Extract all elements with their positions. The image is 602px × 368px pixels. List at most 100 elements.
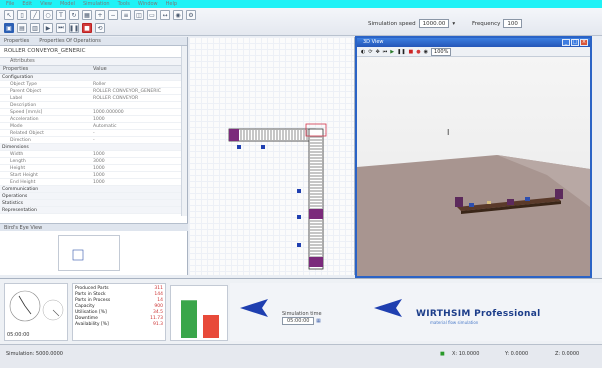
property-row[interactable]: Start Height 1000: [0, 172, 187, 179]
speed-input[interactable]: 1000.00: [418, 19, 450, 28]
property-row[interactable]: Speed [mm/s] 1000.000000: [0, 109, 187, 116]
property-value[interactable]: 1000: [90, 117, 180, 122]
measure-icon[interactable]: ↔: [160, 10, 170, 20]
circle-tool-icon[interactable]: ○: [43, 10, 53, 20]
table-icon[interactable]: ▤: [17, 23, 27, 33]
rewind-icon[interactable]: ⏮: [383, 49, 388, 55]
step-icon[interactable]: ⏭: [56, 23, 66, 33]
3d-window-titlebar[interactable]: 3D View _ □ ×: [357, 38, 590, 47]
tab-properties[interactable]: Properties: [4, 38, 29, 44]
camera-3d-icon[interactable]: ◉: [424, 49, 428, 55]
property-name: End Height: [10, 179, 36, 185]
property-row[interactable]: Description: [0, 102, 187, 109]
simulation-time-input[interactable]: 05:00:00: [282, 317, 315, 325]
layout-canvas[interactable]: Layout: [189, 37, 405, 275]
property-row[interactable]: Direction -: [0, 137, 187, 144]
menu-item-help[interactable]: Help: [166, 1, 177, 7]
property-group[interactable]: Operations: [0, 193, 187, 200]
property-value[interactable]: ROLLER CONVEYOR_GENERIC: [90, 89, 180, 94]
orbit-icon[interactable]: ⟳: [368, 49, 372, 55]
property-name: Parent Object: [10, 88, 42, 94]
property-row[interactable]: Acceleration 1000: [0, 116, 187, 123]
menu-item-view[interactable]: View: [40, 1, 52, 7]
property-group[interactable]: Statistics: [0, 200, 187, 207]
property-row[interactable]: Parent Object ROLLER CONVEYOR_GENERIC: [0, 88, 187, 95]
3d-view-window[interactable]: 3D View _ □ × ◐ ⟳ ✥ ⏮ ▶ ❚❚ ■ ● ◉ 100% I: [355, 36, 592, 278]
align-icon[interactable]: ≡: [121, 10, 131, 20]
tab-properties-of-operations[interactable]: Properties Of Operations: [39, 38, 101, 44]
calendar-icon[interactable]: ▦: [316, 318, 321, 324]
model-icon[interactable]: ▣: [4, 23, 14, 33]
maximize-icon[interactable]: □: [571, 39, 579, 46]
birds-eye-preview[interactable]: [58, 235, 120, 271]
property-value[interactable]: 1000.000000: [90, 110, 180, 115]
menu-item-simulation[interactable]: Simulation: [83, 1, 110, 7]
property-value[interactable]: 1000: [90, 152, 180, 157]
conveyor-tool-icon[interactable]: ▭: [147, 10, 157, 20]
new-file-icon[interactable]: ▯: [17, 10, 27, 20]
horizontal-conveyor[interactable]: [228, 128, 316, 142]
attributes-subtab[interactable]: Attributes: [0, 58, 187, 66]
sensor-marker: [237, 145, 241, 149]
property-value[interactable]: 3000: [90, 159, 180, 164]
property-value[interactable]: 1000: [90, 166, 180, 171]
property-value[interactable]: 1000: [90, 180, 180, 185]
select-tool-icon[interactable]: ↖: [4, 10, 14, 20]
chart-icon[interactable]: ▥: [30, 23, 40, 33]
property-group[interactable]: Dimensions: [0, 144, 187, 151]
layer-icon[interactable]: ◫: [134, 10, 144, 20]
properties-scrollbar[interactable]: [181, 46, 187, 216]
property-value[interactable]: -: [90, 131, 180, 136]
property-group[interactable]: Configuration: [0, 74, 187, 81]
3d-scene[interactable]: I: [357, 57, 590, 276]
property-value[interactable]: -: [90, 138, 180, 143]
zoom-in-icon[interactable]: +: [95, 10, 105, 20]
property-value[interactable]: Automatic: [90, 124, 180, 129]
property-row[interactable]: Length 3000: [0, 158, 187, 165]
property-row[interactable]: Object Type Roller: [0, 81, 187, 88]
play-3d-icon[interactable]: ▶: [390, 49, 394, 55]
line-tool-icon[interactable]: ╱: [30, 10, 40, 20]
rotate-icon[interactable]: ↻: [69, 10, 79, 20]
minimize-icon[interactable]: _: [562, 39, 570, 46]
record-icon[interactable]: ●: [416, 49, 420, 55]
menu-item-tools[interactable]: Tools: [118, 1, 130, 7]
menu-item-model[interactable]: Model: [60, 1, 75, 7]
property-value[interactable]: ROLLER CONVEYOR: [90, 96, 180, 101]
pause-icon[interactable]: ❚❚: [69, 23, 79, 33]
property-row[interactable]: Related Object -: [0, 130, 187, 137]
play-icon[interactable]: ▶: [43, 23, 53, 33]
property-row[interactable]: Mode Automatic: [0, 123, 187, 130]
text-tool-icon[interactable]: T: [56, 10, 66, 20]
property-row[interactable]: Height 1000: [0, 165, 187, 172]
frequency-input[interactable]: 100: [503, 19, 522, 28]
property-group[interactable]: Communication: [0, 186, 187, 193]
grid-icon[interactable]: ▦: [82, 10, 92, 20]
property-row[interactable]: End Height 1000: [0, 179, 187, 186]
object-name-field[interactable]: ROLLER CONVEYOR_GENERIC: [0, 46, 187, 58]
frequency-label: Frequency: [472, 20, 501, 27]
property-value[interactable]: Roller: [90, 82, 180, 87]
birds-eye-tab[interactable]: Bird's Eye View: [0, 223, 188, 231]
menu-item-edit[interactable]: Edit: [22, 1, 32, 7]
reset-icon[interactable]: ⟲: [95, 23, 105, 33]
speed-dropdown-icon[interactable]: ▾: [452, 21, 455, 27]
zoom-out-icon[interactable]: −: [108, 10, 118, 20]
property-row[interactable]: Label ROLLER CONVEYOR: [0, 95, 187, 102]
stop-icon[interactable]: ■: [82, 23, 92, 33]
view-icon[interactable]: ◐: [361, 49, 365, 55]
stop-3d-icon[interactable]: ■: [409, 49, 414, 55]
menu-item-file[interactable]: File: [6, 1, 14, 7]
property-row[interactable]: Width 1000: [0, 151, 187, 158]
property-value[interactable]: 1000: [90, 173, 180, 178]
3d-window-title: 3D View: [363, 39, 384, 45]
menu-item-window[interactable]: Window: [138, 1, 158, 7]
zoom-select[interactable]: 100%: [431, 47, 452, 56]
pause-3d-icon[interactable]: ❚❚: [397, 49, 405, 55]
vertical-conveyor[interactable]: [305, 123, 327, 270]
property-group[interactable]: Representation: [0, 207, 187, 214]
pan-icon[interactable]: ✥: [376, 49, 380, 55]
close-icon[interactable]: ×: [580, 39, 588, 46]
settings-icon[interactable]: ⚙: [186, 10, 196, 20]
camera-icon[interactable]: ◉: [173, 10, 183, 20]
